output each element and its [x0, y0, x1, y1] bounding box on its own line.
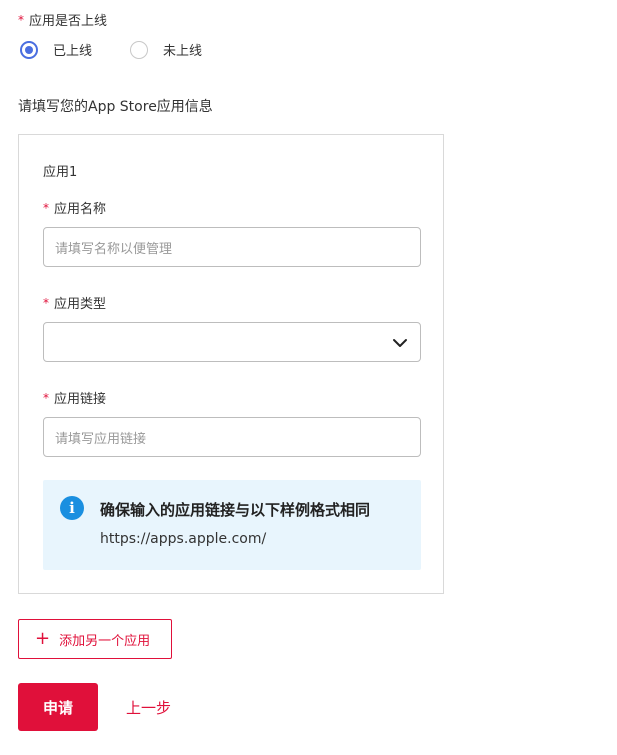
back-link[interactable]: 上一步 — [126, 697, 171, 718]
app-link-label: * 应用链接 — [43, 388, 107, 408]
required-mark: * — [43, 390, 49, 405]
required-mark: * — [43, 295, 49, 310]
radio-button-online[interactable] — [20, 40, 38, 59]
radio-button-not-online[interactable] — [130, 40, 149, 59]
radio-option-online[interactable]: 已上线 — [20, 40, 92, 59]
online-status-radio-group: 已上线 未上线 — [20, 40, 202, 59]
app-name-input[interactable]: 请填写名称以便管理 — [43, 227, 421, 267]
info-box: i 确保输入的应用链接与以下样例格式相同 https://apps.apple.… — [43, 480, 421, 570]
app-type-select[interactable] — [43, 322, 421, 362]
section-title: 请填写您的App Store应用信息 — [18, 99, 213, 115]
app-link-input[interactable]: 请填写应用链接 — [43, 417, 421, 457]
app-type-label-text: 应用类型 — [54, 297, 107, 312]
app-name-label-text: 应用名称 — [54, 202, 107, 217]
info-icon: i — [60, 496, 84, 520]
online-status-label: * 应用是否上线 — [18, 10, 108, 30]
app-link-placeholder: 请填写应用链接 — [55, 431, 147, 447]
info-example-url: https://apps.apple.com/ — [100, 531, 267, 547]
chevron-down-icon — [393, 339, 407, 347]
add-another-app-label: 添加另一个应用 — [59, 633, 151, 649]
submit-button[interactable]: 申请 — [18, 683, 98, 731]
app-type-label: * 应用类型 — [43, 293, 107, 313]
online-status-label-text: 应用是否上线 — [29, 14, 108, 29]
required-mark: * — [18, 12, 24, 27]
app-name-placeholder: 请填写名称以便管理 — [55, 241, 173, 257]
app-name-label: * 应用名称 — [43, 198, 107, 218]
plus-icon: + — [35, 628, 51, 649]
radio-label-online: 已上线 — [53, 44, 93, 59]
add-another-app-button[interactable]: + 添加另一个应用 — [18, 619, 172, 659]
required-mark: * — [43, 200, 49, 215]
app-info-card: 应用1 * 应用名称 请填写名称以便管理 * 应用类型 * 应用链接 请填写应用… — [18, 134, 444, 594]
radio-label-not-online: 未上线 — [163, 44, 203, 59]
info-title: 确保输入的应用链接与以下样例格式相同 — [100, 501, 371, 519]
app-link-label-text: 应用链接 — [54, 392, 107, 407]
app-card-title: 应用1 — [43, 165, 78, 180]
radio-option-not-online[interactable]: 未上线 — [130, 40, 202, 59]
